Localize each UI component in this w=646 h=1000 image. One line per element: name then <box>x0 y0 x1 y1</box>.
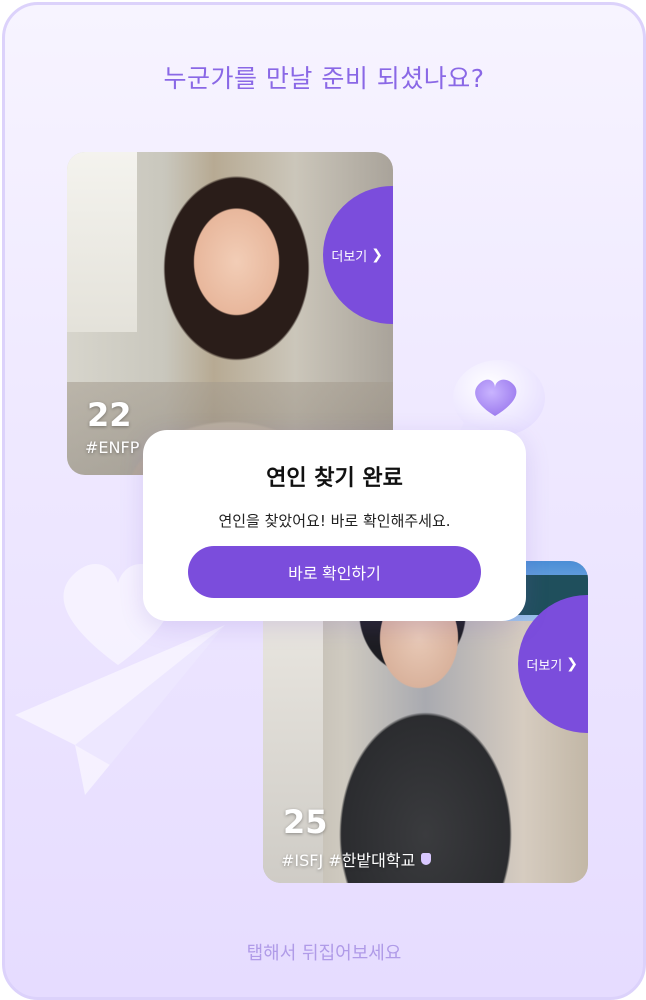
profile-tags: #ISFJ #한밭대학교 <box>281 851 416 870</box>
match-complete-modal: 연인 찾기 완료 연인을 찾았어요! 바로 확인해주세요. 바로 확인하기 <box>143 430 526 621</box>
more-label: 더보기 <box>526 658 563 674</box>
more-label: 더보기 <box>331 249 368 265</box>
page-title: 누군가를 만날 준비 되셨나요? <box>163 64 485 93</box>
profile-age: 22 <box>87 396 132 434</box>
check-now-button[interactable]: 바로 확인하기 <box>188 546 481 598</box>
match-card[interactable]: 누군가를 만날 준비 되셨나요? 더보기 ❯ 22 #ENFP 더보기 ❯ 25… <box>2 2 646 1000</box>
verified-badge-icon <box>421 853 432 865</box>
chevron-right-icon: ❯ <box>371 247 383 263</box>
chevron-right-icon: ❯ <box>566 656 578 672</box>
background-wall <box>263 621 323 883</box>
background-window <box>67 152 137 332</box>
profile-card-1[interactable]: 더보기 ❯ 22 #ENFP <box>67 152 393 475</box>
profile-tags-row: #ISFJ #한밭대학교 <box>281 847 432 871</box>
profile-tags: #ENFP <box>85 438 140 457</box>
modal-message: 연인을 찾았어요! 바로 확인해주세요. <box>218 512 451 530</box>
profile-age: 25 <box>283 803 328 841</box>
flip-hint: 탭해서 뒤집어보세요 <box>246 943 402 964</box>
modal-title: 연인 찾기 완료 <box>266 466 403 491</box>
